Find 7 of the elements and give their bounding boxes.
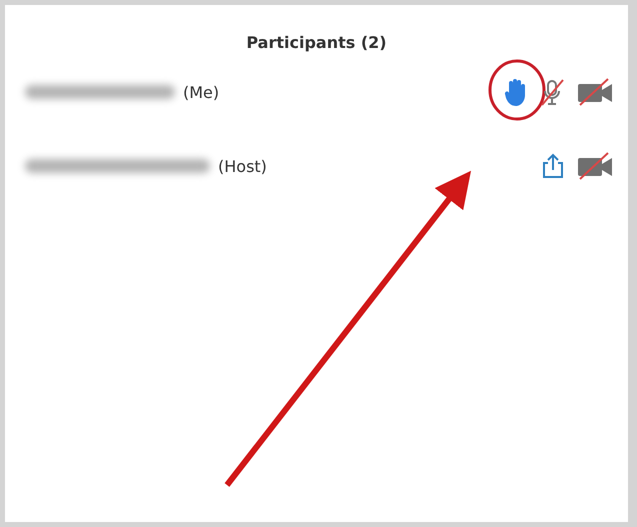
participant-role: (Me) — [183, 82, 220, 102]
panel-title: Participants (2) — [246, 33, 387, 52]
participant-role: (Host) — [218, 156, 267, 176]
video-off-icon — [576, 152, 614, 180]
raised-hand-icon — [504, 77, 528, 107]
share-icon[interactable] — [540, 152, 566, 180]
video-off-icon — [576, 78, 614, 106]
